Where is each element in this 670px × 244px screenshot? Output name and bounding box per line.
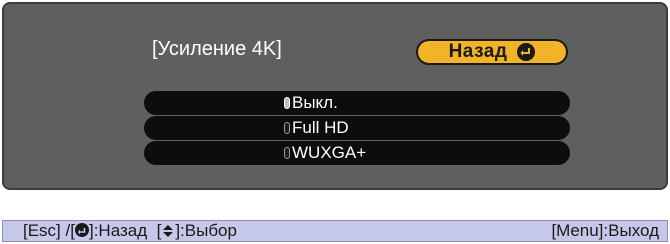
option-off[interactable]: Выкл. xyxy=(144,91,570,115)
radio-selected-icon xyxy=(284,97,290,109)
enter-icon xyxy=(517,43,536,61)
option-label: WUXGA+ xyxy=(292,143,367,162)
page-title: [Усиление 4K] xyxy=(152,38,282,60)
help-left: [Esc] /[]:Назад []:Выбор xyxy=(23,221,237,241)
option-label: Выкл. xyxy=(292,93,338,112)
option-list: Выкл. Full HD WUXGA+ xyxy=(144,91,570,166)
up-down-arrow-icon xyxy=(161,221,175,240)
back-button-label: Назад xyxy=(448,41,508,62)
menu-hint: [Menu]:Выход xyxy=(551,221,659,240)
option-full-hd[interactable]: Full HD xyxy=(144,116,570,140)
help-bar: [Esc] /[]:Назад []:Выбор [Menu]:Выход xyxy=(2,220,668,242)
option-wuxga[interactable]: WUXGA+ xyxy=(144,141,570,165)
back-hint: ]:Назад xyxy=(88,221,148,240)
radio-icon xyxy=(284,147,290,159)
option-label: Full HD xyxy=(292,118,349,137)
enter-icon xyxy=(74,223,89,237)
back-button[interactable]: Назад xyxy=(416,39,568,65)
radio-icon xyxy=(284,122,290,134)
esc-hint: [Esc] /[ xyxy=(23,221,75,240)
settings-panel: [Усиление 4K] Назад Выкл. Full HD WUXGA+ xyxy=(2,2,668,190)
select-hint: ]:Выбор xyxy=(175,221,237,240)
